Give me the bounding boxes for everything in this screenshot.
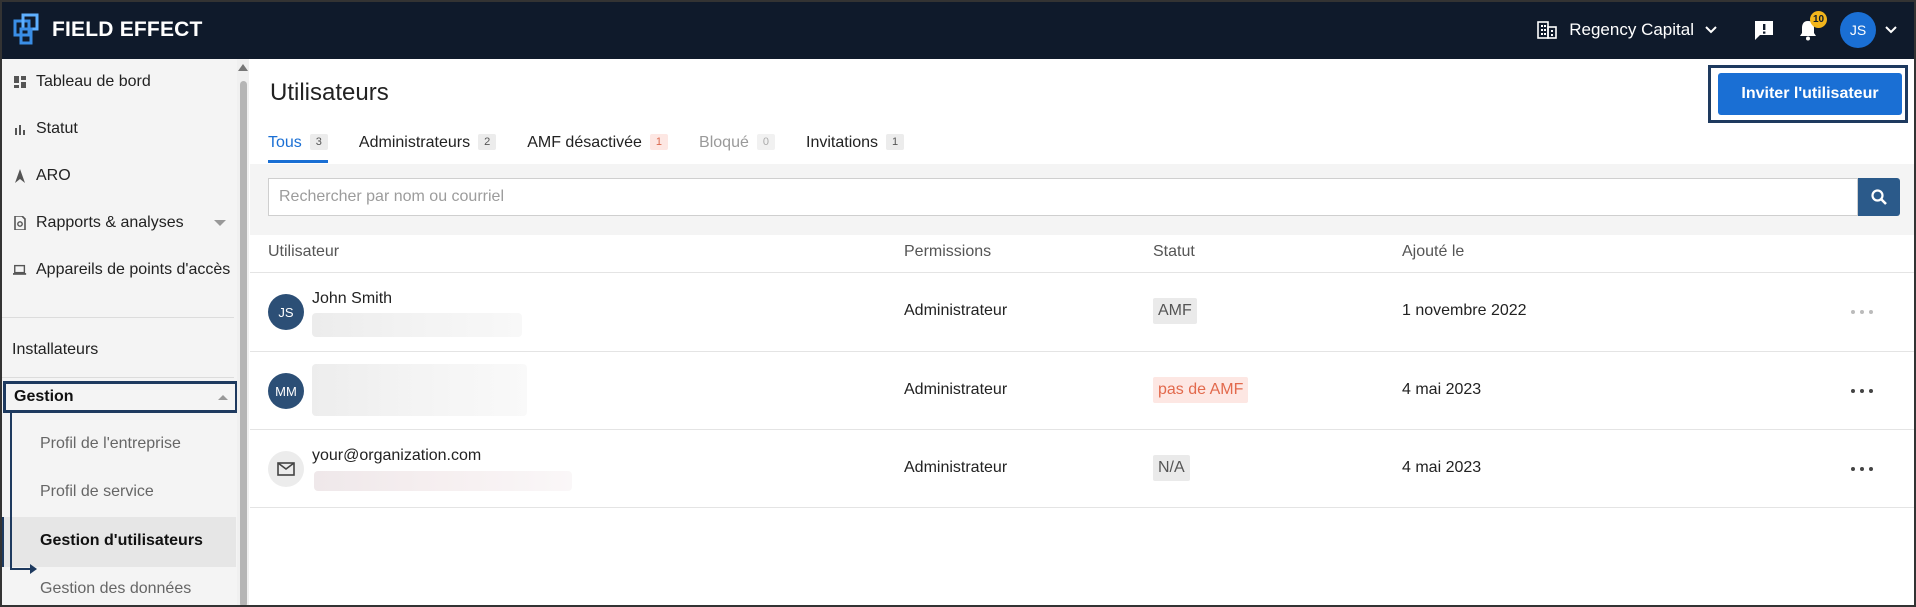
tab-label: Tous: [268, 134, 302, 151]
sidebar-item-label: ARO: [36, 167, 71, 184]
tab-all[interactable]: Tous 3: [268, 127, 328, 163]
tab-count: 1: [649, 134, 669, 150]
field-effect-logo-icon: [13, 13, 39, 44]
row-actions-menu[interactable]: [1851, 464, 1873, 474]
sidebar-group-label: Gestion: [14, 388, 74, 405]
tab-label: AMF désactivée: [527, 134, 642, 151]
tree-connector: [10, 412, 12, 570]
redacted-text: [314, 471, 572, 491]
sidebar-subitem-service-profile[interactable]: Profil de service: [40, 483, 154, 501]
brand-logo[interactable]: FIELD EFFECT: [12, 12, 203, 48]
laptop-icon: [13, 263, 27, 277]
user-avatar: MM: [268, 373, 304, 409]
envelope-icon: [277, 462, 295, 476]
column-header-permissions[interactable]: Permissions: [904, 243, 991, 261]
user-permission: Administrateur: [904, 302, 1008, 319]
column-header-added[interactable]: Ajouté le: [1402, 243, 1464, 261]
brand-name: FIELD EFFECT: [52, 17, 203, 41]
status-badge: AMF: [1153, 298, 1197, 324]
tab-mfa-disabled[interactable]: AMF désactivée 1: [527, 127, 669, 163]
building-icon: [1537, 20, 1558, 39]
feedback-icon: [1755, 20, 1773, 40]
table-row[interactable]: MM Administrateur pas de AMF 4 mai 2023: [250, 352, 1914, 430]
added-date: 1 novembre 2022: [1402, 302, 1527, 319]
organization-name: Regency Capital: [1569, 19, 1694, 39]
sidebar-group-gestion[interactable]: Gestion: [3, 381, 238, 413]
tab-count: 1: [886, 134, 905, 150]
sidebar-item-dashboard[interactable]: Tableau de bord: [0, 59, 234, 105]
sidebar-subitem-company-profile[interactable]: Profil de l'entreprise: [40, 435, 181, 453]
row-actions-menu[interactable]: [1851, 307, 1873, 317]
table-row[interactable]: JS John Smith Administrateur AMF 1 novem…: [250, 273, 1914, 351]
sidebar-item-label: Tableau de bord: [36, 73, 151, 90]
tab-count: 2: [478, 134, 497, 150]
sidebar-item-label: Appareils de points d'accès: [36, 261, 231, 278]
user-avatar[interactable]: JS: [1840, 11, 1876, 48]
chevron-down-icon: [1705, 25, 1717, 33]
search-button[interactable]: [1858, 178, 1900, 216]
user-menu-chevron-icon[interactable]: [1884, 25, 1898, 35]
added-date: 4 mai 2023: [1402, 459, 1482, 476]
sidebar-scrollbar-thumb[interactable]: [240, 81, 247, 607]
search-icon: [1871, 189, 1887, 205]
sidebar-item-label: Statut: [36, 120, 78, 137]
sidebar-subitem-user-management[interactable]: Gestion d'utilisateurs: [40, 532, 203, 550]
notifications-button[interactable]: 10: [1796, 10, 1827, 42]
sidebar-divider: [0, 317, 234, 318]
user-avatar: JS: [268, 294, 304, 330]
page-title: Utilisateurs: [270, 79, 389, 106]
caret-up-icon: [218, 394, 228, 400]
table-divider: [250, 507, 1914, 508]
tab-administrators[interactable]: Administrateurs 2: [358, 127, 497, 163]
sidebar-item-status[interactable]: Statut: [0, 106, 234, 152]
user-avatar: [268, 451, 304, 487]
status-badge: N/A: [1153, 455, 1190, 481]
search-input[interactable]: [268, 178, 1858, 216]
sidebar-item-label: Rapports & analyses: [36, 214, 184, 231]
notification-count-badge: 10: [1810, 10, 1827, 28]
sidebar-item-label: Installateurs: [12, 341, 99, 358]
sidebar-item-installers[interactable]: Installateurs: [0, 327, 234, 373]
tab-blocked[interactable]: Bloqué 0: [699, 127, 775, 163]
bar-chart-icon: [13, 122, 27, 136]
table-row[interactable]: your@organization.com Administrateur N/A…: [250, 430, 1914, 508]
sidebar-divider: [0, 377, 234, 378]
redacted-user-info: [312, 364, 527, 416]
main-content: Utilisateurs Inviter l'utilisateur Tous …: [250, 59, 1914, 605]
tree-connector: [10, 568, 32, 570]
sidebar-subitem-data-management[interactable]: Gestion des données: [40, 580, 191, 598]
row-actions-menu[interactable]: [1851, 386, 1873, 396]
top-bar: FIELD EFFECT Regency Capital 10 JS: [0, 0, 1916, 59]
scroll-up-arrow-icon[interactable]: [238, 64, 248, 71]
tab-label: Administrateurs: [358, 134, 471, 151]
sidebar-item-endpoint-devices[interactable]: Appareils de points d'accès: [0, 247, 234, 293]
sidebar: Tableau de bord Statut ARO Rapports & an…: [0, 59, 240, 607]
sidebar-item-reports[interactable]: Rapports & analyses: [0, 200, 234, 246]
redacted-email: [312, 313, 522, 337]
user-permission: Administrateur: [904, 381, 1008, 398]
sidebar-active-indicator: [0, 517, 4, 567]
report-icon: [13, 216, 27, 230]
column-header-user[interactable]: Utilisateur: [268, 243, 339, 261]
user-email: your@organization.com: [312, 447, 482, 464]
tab-count: 0: [756, 134, 775, 150]
dashboard-icon: [13, 75, 27, 89]
aro-icon: [13, 169, 27, 183]
tab-label: Invitations: [806, 134, 879, 151]
tree-arrow-icon: [30, 564, 37, 574]
filter-tabs: Tous 3 Administrateurs 2 AMF désactivée …: [268, 127, 935, 163]
user-name: John Smith: [312, 290, 393, 307]
organization-selector[interactable]: Regency Capital: [1537, 20, 1730, 40]
sidebar-item-aro[interactable]: ARO: [0, 153, 234, 199]
feedback-button[interactable]: [1752, 18, 1776, 42]
invite-user-button[interactable]: Inviter l'utilisateur: [1718, 73, 1902, 115]
column-header-status[interactable]: Statut: [1153, 243, 1195, 261]
added-date: 4 mai 2023: [1402, 381, 1482, 398]
tab-count: 3: [309, 134, 328, 150]
tab-label: Bloqué: [699, 134, 749, 151]
tab-invitations[interactable]: Invitations 1: [806, 127, 905, 163]
status-badge: pas de AMF: [1153, 377, 1249, 403]
caret-down-icon: [214, 220, 226, 226]
user-permission: Administrateur: [904, 459, 1008, 476]
